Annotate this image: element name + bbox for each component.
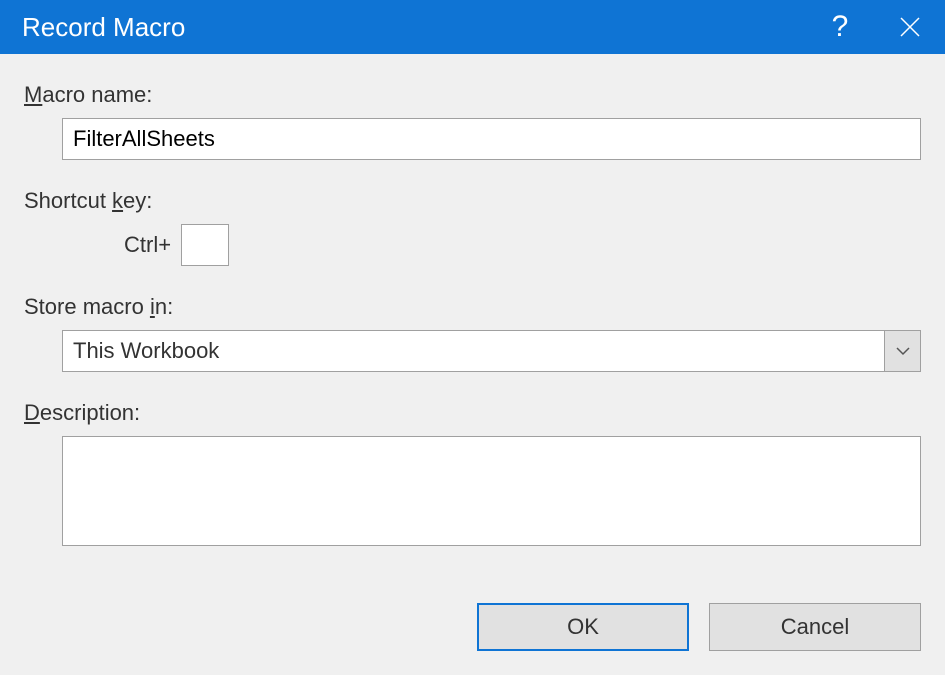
chevron-down-icon bbox=[896, 346, 910, 356]
shortcut-row: Ctrl+ bbox=[124, 224, 921, 266]
store-macro-select[interactable]: This Workbook bbox=[62, 330, 921, 372]
shortcut-key-section: Shortcut key: Ctrl+ bbox=[24, 188, 921, 266]
titlebar-buttons: ? bbox=[805, 0, 945, 54]
help-button[interactable]: ? bbox=[805, 0, 875, 54]
macro-name-input-wrap bbox=[62, 118, 921, 160]
store-macro-select-wrap: This Workbook bbox=[62, 330, 921, 372]
close-icon bbox=[899, 16, 921, 38]
dropdown-arrow-button[interactable] bbox=[884, 331, 920, 371]
cancel-button[interactable]: Cancel bbox=[709, 603, 921, 651]
record-macro-dialog: Record Macro ? Macro name: Sho bbox=[0, 0, 945, 675]
close-button[interactable] bbox=[875, 0, 945, 54]
ok-button[interactable]: OK bbox=[477, 603, 689, 651]
macro-name-section: Macro name: bbox=[24, 82, 921, 160]
dialog-content: Macro name: Shortcut key: Ctrl+ Store ma… bbox=[0, 54, 945, 603]
shortcut-prefix: Ctrl+ bbox=[124, 232, 171, 258]
dialog-button-row: OK Cancel bbox=[0, 603, 945, 675]
store-macro-section: Store macro in: This Workbook bbox=[24, 294, 921, 372]
store-macro-label: Store macro in: bbox=[24, 294, 921, 320]
shortcut-key-input[interactable] bbox=[181, 224, 229, 266]
titlebar: Record Macro ? bbox=[0, 0, 945, 54]
shortcut-key-label: Shortcut key: bbox=[24, 188, 921, 214]
description-label: Description: bbox=[24, 400, 921, 426]
description-textarea[interactable] bbox=[62, 436, 921, 546]
help-icon: ? bbox=[832, 10, 849, 44]
store-macro-selected-value: This Workbook bbox=[73, 338, 219, 364]
description-section: Description: bbox=[24, 400, 921, 552]
macro-name-label: Macro name: bbox=[24, 82, 921, 108]
macro-name-input[interactable] bbox=[62, 118, 921, 160]
dialog-title: Record Macro bbox=[22, 12, 805, 43]
